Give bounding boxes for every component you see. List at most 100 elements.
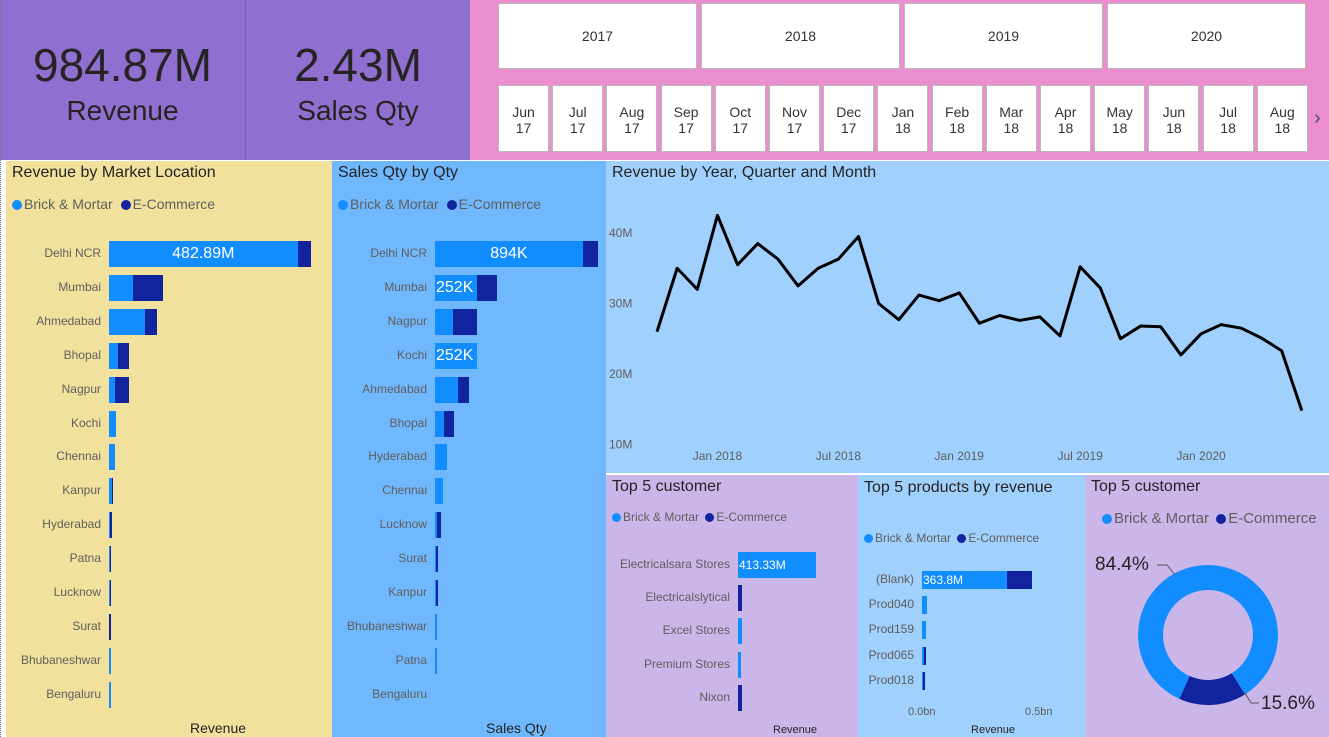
month-label: Jul (1219, 104, 1238, 120)
bar-e-commerce[interactable] (738, 585, 742, 612)
month-tile[interactable]: Apr 18 (1040, 85, 1091, 152)
bar-e-commerce[interactable] (436, 512, 441, 539)
year-tile-2020[interactable]: 2020 (1107, 3, 1306, 69)
month-tile[interactable]: Jul 18 (1202, 85, 1254, 152)
revenue-line[interactable] (655, 213, 1304, 412)
year-tile-2017[interactable]: 2017 (498, 3, 697, 69)
line-point[interactable] (814, 264, 822, 272)
bar-brick-mortar[interactable] (109, 647, 111, 674)
bar-brick-mortar[interactable] (435, 478, 444, 505)
bar-e-commerce[interactable] (110, 512, 112, 539)
bar-e-commerce[interactable] (117, 342, 130, 369)
bar-e-commerce[interactable] (476, 274, 498, 301)
line-point[interactable] (1056, 332, 1064, 340)
line-point[interactable] (754, 240, 762, 248)
line-point[interactable] (794, 282, 802, 290)
line-point[interactable] (1016, 316, 1024, 324)
line-point[interactable] (855, 233, 863, 241)
bar-brick-mortar[interactable] (922, 596, 927, 615)
bar-e-commerce[interactable] (582, 241, 598, 267)
month-tile[interactable]: Jan 18 (877, 85, 929, 152)
bar-e-commerce[interactable] (109, 546, 112, 573)
bar-brick-mortar[interactable] (738, 618, 742, 645)
line-point[interactable] (673, 264, 681, 272)
leader-line (1244, 692, 1259, 704)
bar-e-commerce[interactable] (109, 580, 112, 606)
bar-e-commerce[interactable] (444, 410, 454, 437)
month-tile[interactable]: Aug 18 (1256, 85, 1308, 152)
line-point[interactable] (774, 255, 782, 263)
bar-brick-mortar[interactable] (109, 308, 145, 335)
line-point[interactable] (1076, 263, 1084, 271)
bar-e-commerce[interactable] (453, 308, 478, 335)
bar-brick-mortar[interactable] (435, 647, 437, 674)
month-tile[interactable]: Feb 18 (931, 85, 983, 152)
line-point[interactable] (1137, 322, 1145, 330)
bar-brick-mortar[interactable] (435, 308, 454, 335)
bar-e-commerce[interactable] (114, 376, 129, 403)
month-tile[interactable]: Aug 17 (606, 85, 658, 152)
bar-brick-mortar[interactable] (738, 651, 742, 678)
line-point[interactable] (975, 319, 983, 327)
bar-e-commerce[interactable] (923, 671, 925, 690)
line-point[interactable] (1197, 330, 1205, 338)
bar-brick-mortar[interactable] (922, 621, 926, 640)
month-tile[interactable]: Jun 17 (498, 85, 549, 152)
line-point[interactable] (693, 285, 701, 293)
line-point[interactable] (713, 211, 721, 219)
line-point[interactable] (915, 291, 923, 299)
bar-brick-mortar[interactable] (435, 613, 437, 640)
line-point[interactable] (1036, 313, 1044, 321)
y-tick-label: 30M (609, 297, 632, 311)
bar-e-commerce[interactable] (297, 241, 312, 267)
line-point[interactable] (935, 297, 943, 305)
line-point[interactable] (734, 261, 742, 269)
bar-brick-mortar[interactable] (435, 410, 445, 437)
bar-brick-mortar[interactable] (109, 410, 116, 437)
bar-e-commerce[interactable] (436, 580, 438, 606)
bar-e-commerce[interactable] (132, 274, 164, 301)
bar-e-commerce[interactable] (111, 478, 114, 505)
month-tile[interactable]: Jul 17 (552, 85, 604, 152)
bar-e-commerce[interactable] (458, 376, 469, 403)
line-point[interactable] (1157, 323, 1165, 331)
year-tile-2019[interactable]: 2019 (904, 3, 1103, 69)
year-tile-2018[interactable]: 2018 (701, 3, 900, 69)
bar-brick-mortar[interactable] (109, 342, 118, 369)
month-tile[interactable]: Jun 18 (1148, 85, 1200, 152)
line-point[interactable] (834, 255, 842, 263)
line-point[interactable] (1258, 334, 1266, 342)
month-tile[interactable]: Mar 18 (985, 85, 1037, 152)
month-tile[interactable]: Oct 17 (714, 85, 766, 152)
line-point[interactable] (1278, 347, 1286, 355)
month-tile[interactable]: Sep 17 (660, 85, 712, 152)
bar-e-commerce[interactable] (1007, 571, 1033, 589)
bar-brick-mortar[interactable] (109, 681, 111, 708)
bar-brick-mortar[interactable] (109, 274, 133, 301)
bar-e-commerce[interactable] (109, 613, 111, 640)
line-point[interactable] (1237, 324, 1245, 332)
bar-e-commerce[interactable] (436, 546, 438, 573)
month-tile[interactable]: Nov 17 (769, 85, 820, 152)
chevron-right-icon[interactable]: › (1314, 107, 1321, 130)
line-point[interactable] (653, 328, 661, 336)
donut-slice-brick-mortar[interactable] (1138, 565, 1278, 699)
bar-brick-mortar[interactable] (435, 444, 448, 471)
month-year-label: 18 (1274, 120, 1291, 136)
bar-brick-mortar[interactable] (109, 444, 115, 471)
bar-e-commerce[interactable] (738, 684, 742, 711)
line-point[interactable] (1298, 407, 1306, 415)
line-point[interactable] (1096, 284, 1104, 292)
bar-e-commerce[interactable] (144, 308, 157, 335)
line-point[interactable] (895, 316, 903, 324)
line-point[interactable] (955, 289, 963, 297)
bar-e-commerce[interactable] (924, 646, 926, 665)
line-point[interactable] (875, 300, 883, 308)
line-point[interactable] (996, 311, 1004, 319)
month-tile[interactable]: May 18 (1094, 85, 1146, 152)
line-point[interactable] (1217, 321, 1225, 329)
bar-brick-mortar[interactable] (435, 376, 459, 403)
month-tile[interactable]: Dec 17 (823, 85, 875, 152)
line-point[interactable] (1177, 351, 1185, 359)
line-point[interactable] (1116, 335, 1124, 343)
